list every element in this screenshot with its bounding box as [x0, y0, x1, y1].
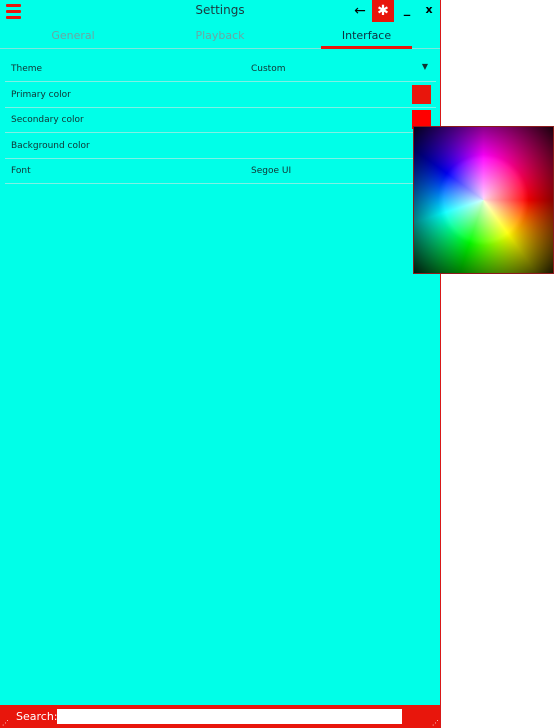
search-bar: ⋰ Search: ⋰ [0, 705, 440, 728]
background-color-label: Background color [11, 141, 90, 151]
search-input[interactable] [57, 709, 402, 724]
primary-color-label: Primary color [11, 90, 71, 100]
theme-label: Theme [11, 64, 43, 74]
back-arrow-icon[interactable]: ← [351, 2, 369, 20]
theme-value[interactable]: Custom [251, 64, 285, 74]
color-picker-popup[interactable] [413, 126, 554, 274]
resize-grip-right-icon[interactable]: ⋰ [432, 719, 439, 727]
tab-playback[interactable]: Playback [172, 28, 268, 46]
resize-grip-left-icon[interactable]: ⋰ [2, 719, 9, 727]
setting-row-primary-color: Primary color [5, 82, 436, 108]
setting-row-theme[interactable]: Theme Custom ▼ [5, 56, 436, 82]
search-label: Search: [16, 710, 58, 723]
primary-color-swatch[interactable] [412, 85, 431, 104]
font-label: Font [11, 166, 31, 176]
close-button[interactable]: x [421, 3, 437, 21]
setting-row-background-color: Background color [5, 133, 436, 159]
dropdown-arrow-icon[interactable]: ▼ [422, 62, 428, 71]
font-value[interactable]: Segoe UI [251, 166, 291, 176]
settings-tabs: General Playback Interface [0, 28, 440, 49]
settings-gear-icon[interactable]: ✱ [372, 0, 394, 22]
title-bar: Settings ← ✱ _ x [0, 0, 440, 24]
settings-window: Settings ← ✱ _ x General Playback Interf… [0, 0, 441, 728]
minimize-button[interactable]: _ [399, 2, 415, 20]
secondary-color-label: Secondary color [11, 115, 84, 125]
setting-row-secondary-color: Secondary color [5, 107, 436, 133]
setting-row-font[interactable]: Font Segoe UI [5, 158, 436, 184]
tab-interface[interactable]: Interface [321, 28, 412, 49]
tab-general[interactable]: General [25, 28, 121, 46]
